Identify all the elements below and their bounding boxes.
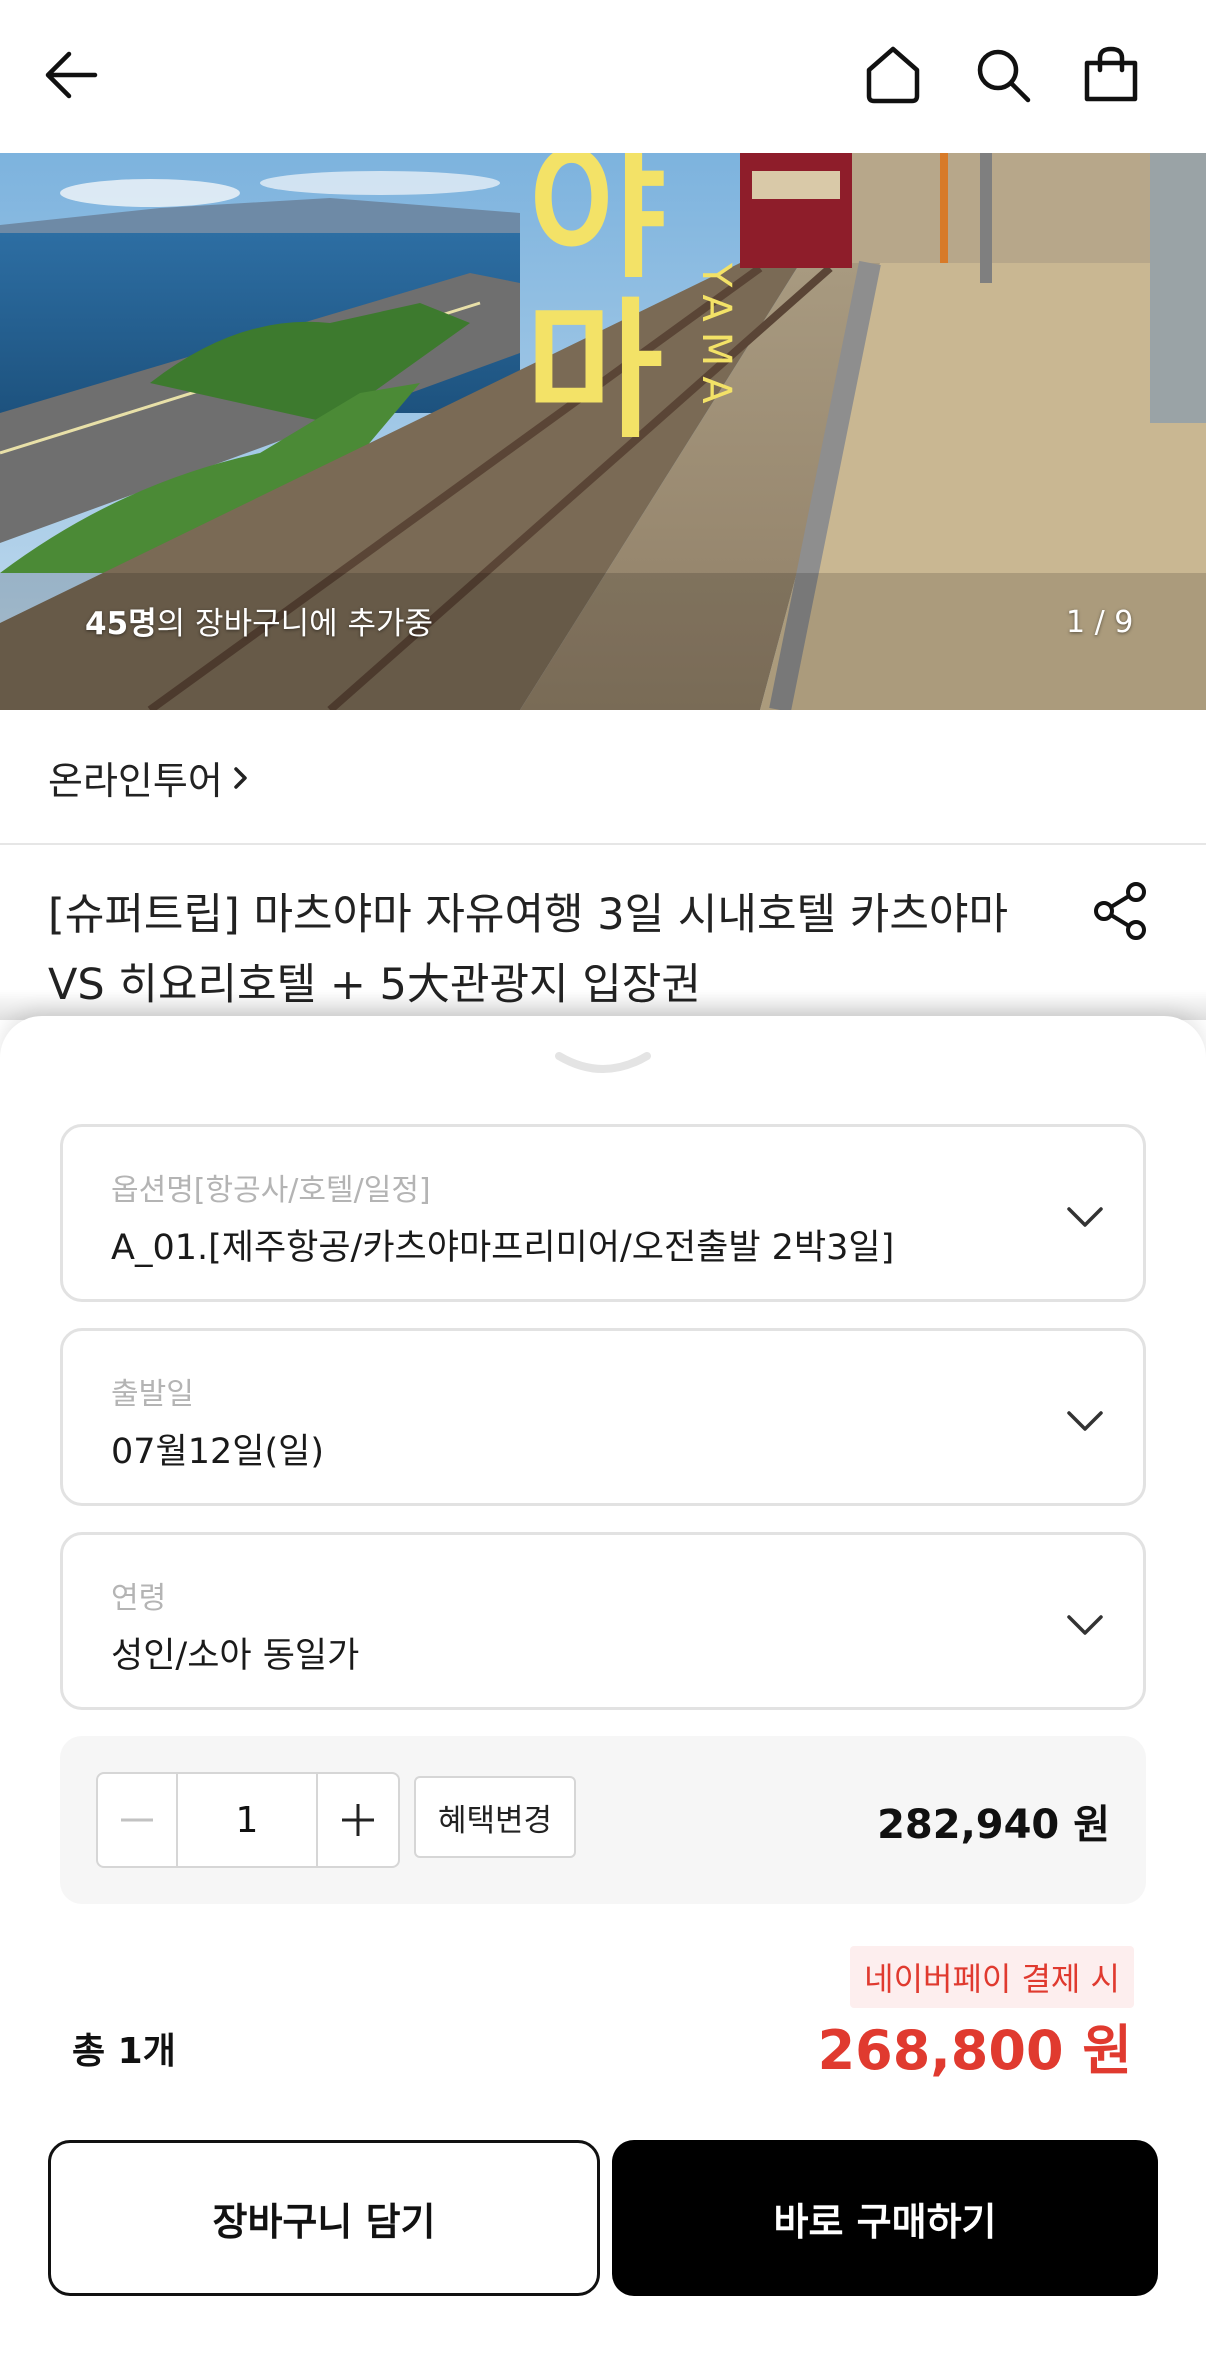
option-bottom-sheet: 옵션명[항공사/호텔/일정] A_01.[제주항공/카츠야마프리미어/오전출발 … — [0, 1016, 1206, 2362]
hero-image[interactable]: 야 마 YAMA 45명의 장바구니에 추가중 1 / 9 — [0, 153, 1206, 710]
departure-date-select[interactable]: 출발일 07월12일(일) — [60, 1328, 1146, 1506]
change-benefit-button[interactable]: 혜택변경 — [414, 1776, 576, 1858]
top-bar — [0, 0, 1206, 153]
cart-count-badge: 45명의 장바구니에 추가중 — [85, 598, 433, 643]
cart-count-number: 45명 — [85, 606, 157, 642]
chevron-down-icon — [1067, 1615, 1103, 1635]
search-button[interactable] — [968, 40, 1038, 110]
hero-overlay-big-text: 야 — [528, 153, 666, 299]
image-pager: 1 / 9 — [1066, 605, 1134, 640]
option-select-label: 옵션명[항공사/호텔/일정] — [111, 1173, 431, 1208]
age-select[interactable]: 연령 성인/소아 동일가 — [60, 1532, 1146, 1710]
buy-now-button[interactable]: 바로 구매하기 — [612, 2140, 1158, 2296]
chevron-right-icon — [234, 766, 247, 789]
option-select-value: A_01.[제주항공/카츠야마프리미어/오전출발 2박3일] — [111, 1228, 895, 1268]
item-price: 282,940 원 — [877, 1802, 1110, 1848]
home-icon — [866, 46, 920, 104]
search-icon — [977, 49, 1031, 103]
hero-overlay-small-text: YAMA — [693, 262, 739, 414]
hero-overlay-big-text-2: 마 — [525, 285, 663, 459]
share-icon — [1094, 882, 1146, 940]
home-button[interactable] — [858, 40, 928, 110]
age-label: 연령 — [111, 1581, 167, 1616]
quantity-panel: 1 혜택변경 282,940 원 — [60, 1736, 1146, 1904]
back-button[interactable] — [36, 40, 106, 110]
quantity-value[interactable]: 1 — [178, 1774, 318, 1866]
naverpay-note: 네이버페이 결제 시 — [850, 1946, 1134, 2008]
add-to-cart-button[interactable]: 장바구니 담기 — [48, 2140, 600, 2296]
category-link[interactable]: 온라인투어 — [48, 750, 251, 805]
departure-date-label: 출발일 — [111, 1377, 194, 1412]
total-count: 총 1개 — [72, 2031, 176, 2072]
age-value: 성인/소아 동일가 — [111, 1636, 360, 1676]
shopping-bag-icon — [1084, 46, 1138, 102]
cart-count-text: 의 장바구니에 추가중 — [156, 606, 434, 642]
cart-button[interactable] — [1076, 40, 1146, 110]
share-button[interactable] — [1090, 880, 1152, 942]
category-label: 온라인투어 — [48, 759, 223, 803]
decrease-button[interactable] — [98, 1774, 178, 1866]
option-select[interactable]: 옵션명[항공사/호텔/일정] A_01.[제주항공/카츠야마프리미어/오전출발 … — [60, 1124, 1146, 1302]
departure-date-value: 07월12일(일) — [111, 1432, 324, 1472]
total-price: 268,800 원 — [817, 2019, 1132, 2082]
arrow-left-icon — [45, 51, 98, 99]
chevron-down-icon — [1067, 1207, 1103, 1227]
chevron-down-icon — [555, 1052, 651, 1073]
chevron-down-icon — [1067, 1411, 1103, 1431]
increase-button[interactable] — [318, 1774, 398, 1866]
divider — [0, 843, 1206, 845]
sheet-collapse-handle[interactable] — [553, 1046, 653, 1086]
plus-icon — [342, 1804, 374, 1836]
quantity-stepper: 1 — [96, 1772, 400, 1868]
minus-icon — [121, 1818, 153, 1822]
